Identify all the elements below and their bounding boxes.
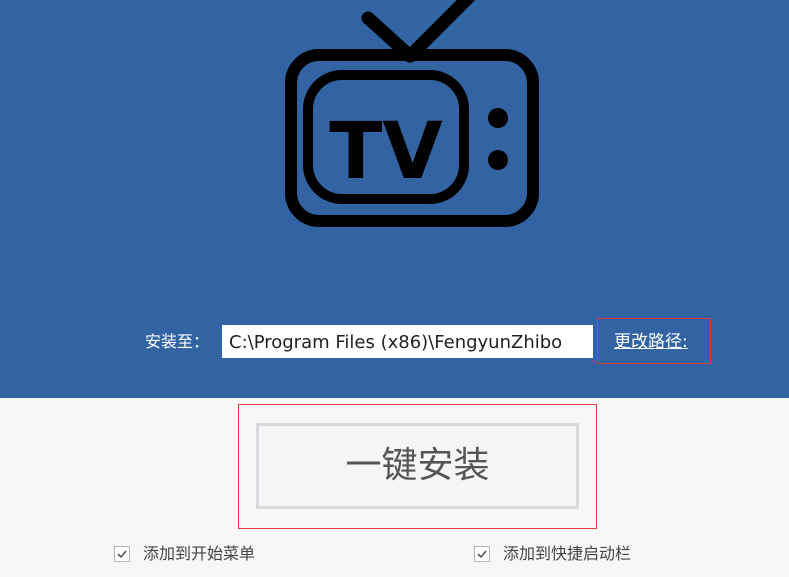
checkmark-icon	[117, 550, 127, 559]
tv-logo-text: TV	[329, 107, 443, 197]
quick-launch-label: 添加到快捷启动栏	[503, 544, 632, 563]
change-path-link[interactable]: 更改路径:	[614, 331, 688, 353]
header-banner: TV 安装至： C:\Program Files (x86)\FengyunZh…	[0, 0, 789, 398]
option-add-to-start-menu[interactable]: 添加到开始菜单	[114, 543, 255, 565]
start-menu-checkbox[interactable]	[114, 546, 130, 562]
installer-window: TV 安装至： C:\Program Files (x86)\FengyunZh…	[0, 0, 789, 577]
tv-icon: TV	[285, 0, 539, 227]
quick-launch-checkbox[interactable]	[474, 546, 490, 562]
option-add-to-quick-launch[interactable]: 添加到快捷启动栏	[474, 543, 631, 565]
start-menu-label: 添加到开始菜单	[143, 544, 256, 563]
checkmark-icon	[477, 550, 487, 559]
install-path-label: 安装至：	[145, 332, 210, 351]
install-path-input[interactable]: C:\Program Files (x86)\FengyunZhibo	[222, 325, 593, 358]
one-click-install-button[interactable]: 一键安装	[256, 423, 579, 509]
